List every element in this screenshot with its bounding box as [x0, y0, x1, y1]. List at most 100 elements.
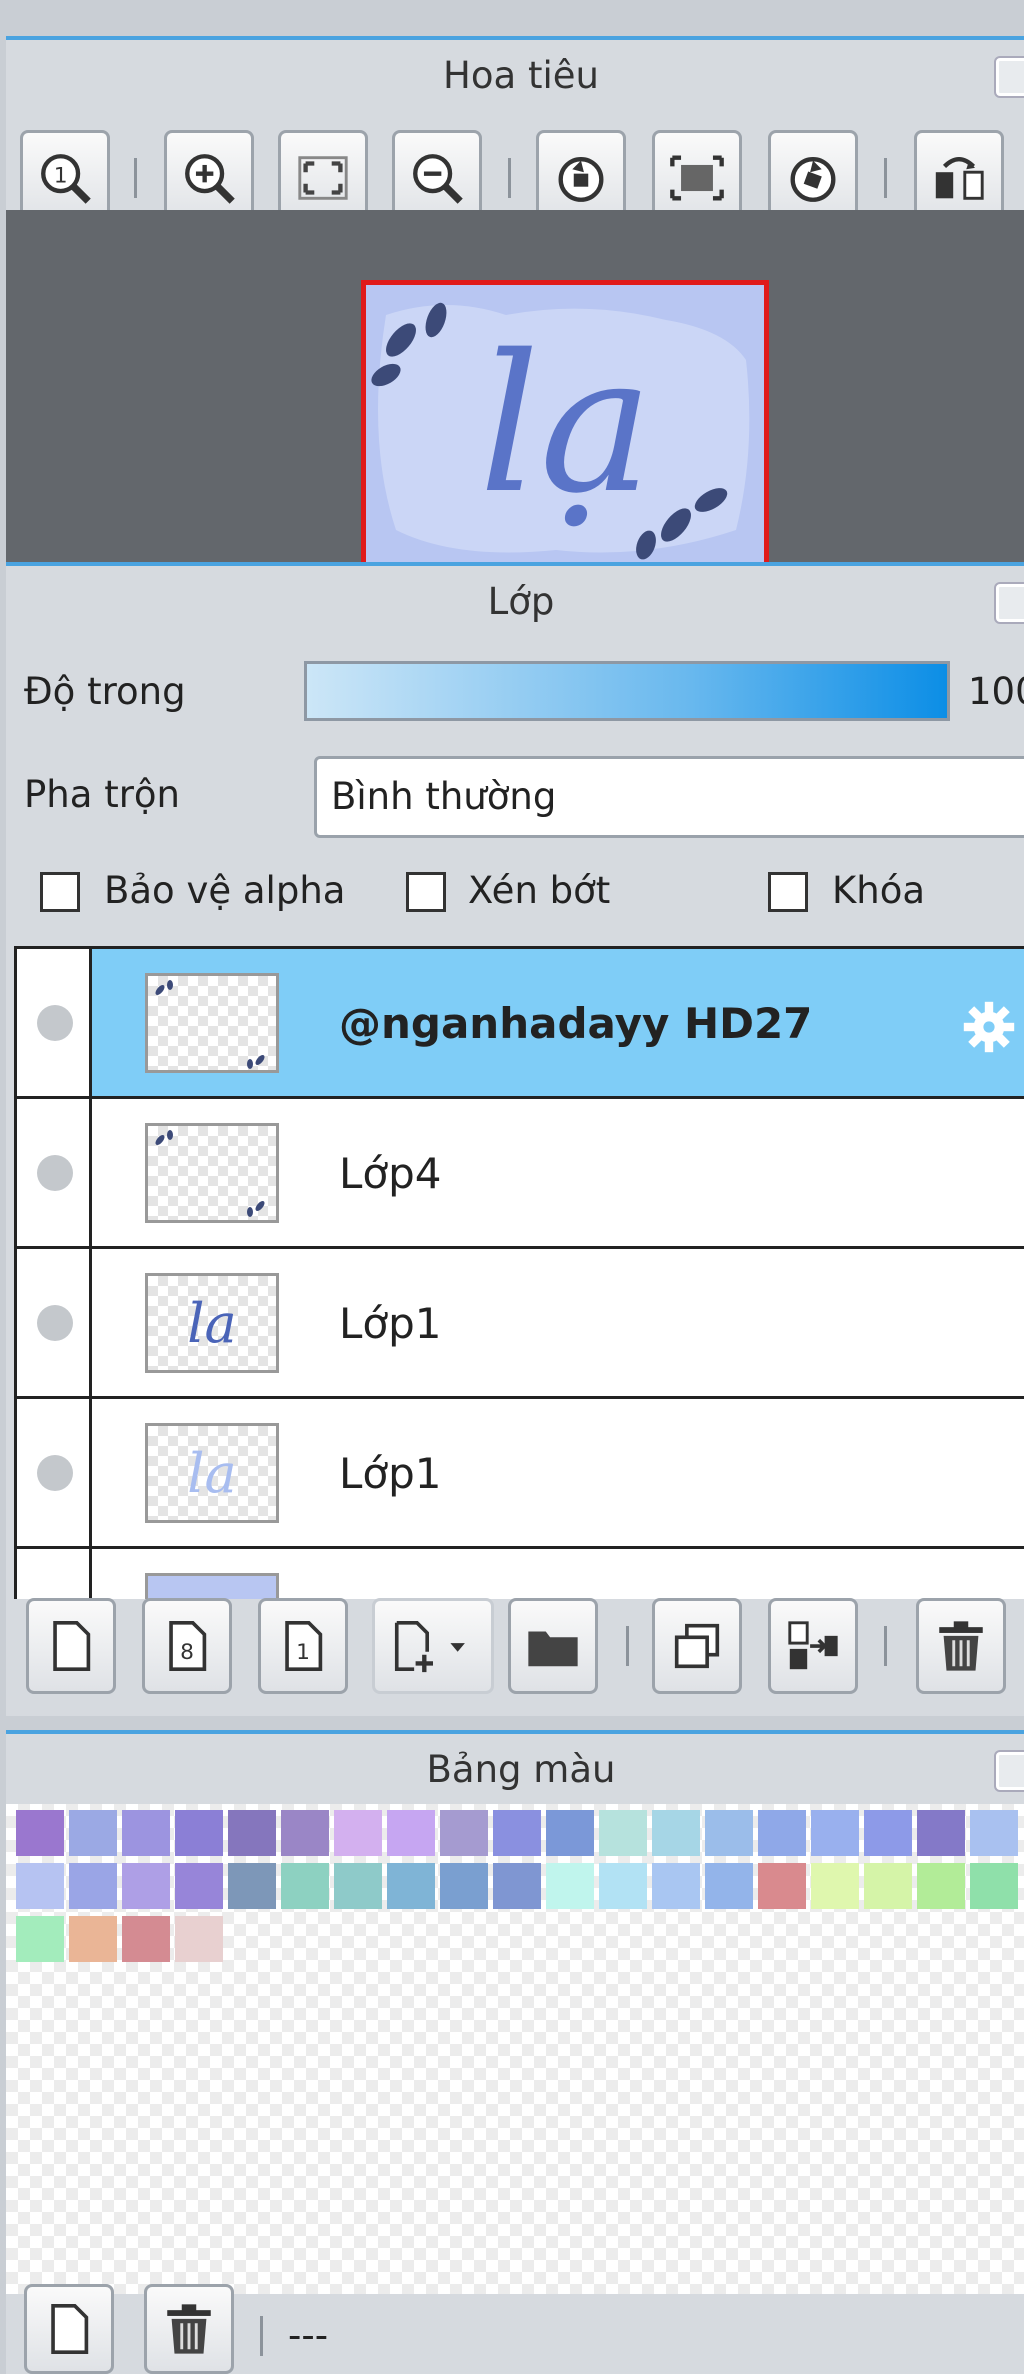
color-swatch[interactable] — [864, 1863, 912, 1909]
svg-text:la: la — [187, 1292, 236, 1355]
color-swatch[interactable] — [122, 1863, 170, 1909]
color-swatch[interactable] — [758, 1810, 806, 1856]
color-swatch[interactable] — [864, 1810, 912, 1856]
rotate-right-icon — [790, 156, 836, 202]
color-swatch[interactable] — [440, 1810, 488, 1856]
color-swatch-grid[interactable] — [6, 1804, 1024, 2294]
maximize-icon[interactable] — [996, 58, 1024, 96]
color-swatch[interactable] — [69, 1916, 117, 1962]
canvas-preview[interactable]: lạ — [361, 280, 769, 580]
blend-label: Pha trộn — [24, 773, 181, 816]
svg-text:la: la — [187, 1442, 236, 1505]
add-layer-dropdown-button[interactable] — [372, 1598, 494, 1694]
color-swatch[interactable] — [811, 1863, 859, 1909]
color-swatch[interactable] — [281, 1863, 329, 1909]
color-swatch[interactable] — [16, 1863, 64, 1909]
navigator-titlebar: Hoa tiêu — [6, 40, 1024, 110]
color-swatch[interactable] — [334, 1863, 382, 1909]
layer-name: Lớp1 — [339, 1299, 442, 1348]
color-swatch[interactable] — [811, 1810, 859, 1856]
visibility-toggle-icon[interactable] — [37, 1155, 73, 1191]
color-swatch[interactable] — [175, 1916, 223, 1962]
layer-thumbnail: la — [145, 1423, 279, 1523]
color-swatch[interactable] — [970, 1863, 1018, 1909]
color-swatch[interactable] — [122, 1810, 170, 1856]
new-layer-button[interactable] — [26, 1598, 116, 1694]
layer-settings-gear-icon[interactable] — [961, 999, 1017, 1055]
zoom-actual-icon: 1 — [41, 154, 91, 204]
color-swatch[interactable] — [493, 1810, 541, 1856]
navigator-viewport[interactable]: lạ — [6, 210, 1024, 590]
visibility-toggle-icon[interactable] — [37, 1305, 73, 1341]
color-swatch[interactable] — [122, 1916, 170, 1962]
palette-status-text: --- — [288, 2314, 329, 2357]
toolbar-separator — [626, 1626, 629, 1666]
delete-layer-button[interactable] — [916, 1598, 1006, 1694]
layer-row[interactable]: la Lớp1 — [17, 1399, 1024, 1549]
color-swatch[interactable] — [705, 1863, 753, 1909]
color-swatch[interactable] — [970, 1810, 1018, 1856]
color-swatch[interactable] — [228, 1810, 276, 1856]
rotate-left-icon — [558, 156, 604, 202]
svg-text:8: 8 — [180, 1640, 194, 1665]
new-1bit-layer-button[interactable]: 1 — [258, 1598, 348, 1694]
color-swatch[interactable] — [387, 1810, 435, 1856]
navigator-title: Hoa tiêu — [443, 54, 599, 97]
visibility-toggle-icon[interactable] — [37, 1005, 73, 1041]
merge-layer-button[interactable] — [768, 1598, 858, 1694]
color-swatch[interactable] — [387, 1863, 435, 1909]
color-swatch[interactable] — [175, 1863, 223, 1909]
maximize-icon[interactable] — [996, 584, 1024, 622]
color-swatch[interactable] — [917, 1863, 965, 1909]
palette-title: Bảng màu — [426, 1748, 616, 1791]
duplicate-layer-button[interactable] — [652, 1598, 742, 1694]
new-swatch-button[interactable] — [24, 2284, 114, 2374]
lock-label: Khóa — [832, 869, 926, 912]
blend-mode-select[interactable]: Bình thường — [314, 756, 1024, 838]
color-swatch[interactable] — [652, 1810, 700, 1856]
delete-swatch-icon — [167, 2304, 211, 2354]
color-swatch[interactable] — [652, 1863, 700, 1909]
color-swatch[interactable] — [69, 1810, 117, 1856]
new-8bit-layer-button[interactable]: 8 — [142, 1598, 232, 1694]
lock-checkbox[interactable] — [768, 872, 808, 912]
visibility-column — [17, 949, 92, 1096]
new-folder-button[interactable] — [508, 1598, 598, 1694]
delete-swatch-button[interactable] — [144, 2284, 234, 2374]
color-swatch[interactable] — [16, 1810, 64, 1856]
color-swatch[interactable] — [281, 1810, 329, 1856]
layer-name: @nganhadayy HD27 — [339, 999, 813, 1048]
color-swatch[interactable] — [599, 1810, 647, 1856]
toolbar-separator — [260, 2316, 263, 2356]
color-swatch[interactable] — [228, 1863, 276, 1909]
visibility-toggle-icon[interactable] — [37, 1455, 73, 1491]
visibility-column — [17, 1099, 92, 1246]
reset-view-icon — [670, 155, 724, 201]
layer-thumbnail: la — [145, 1273, 279, 1373]
layer-row[interactable]: @nganhadayy HD27 — [17, 949, 1024, 1099]
new-8bit-layer-icon: 8 — [169, 1620, 207, 1672]
clipping-checkbox[interactable] — [406, 872, 446, 912]
layer-row[interactable] — [17, 1549, 1024, 1599]
svg-text:1: 1 — [54, 163, 68, 188]
color-swatch[interactable] — [440, 1863, 488, 1909]
color-swatch[interactable] — [16, 1916, 64, 1962]
color-swatch[interactable] — [546, 1810, 594, 1856]
toolbar-separator — [884, 158, 887, 198]
layer-row[interactable]: la Lớp1 — [17, 1249, 1024, 1399]
color-swatch[interactable] — [175, 1810, 223, 1856]
color-swatch[interactable] — [69, 1863, 117, 1909]
color-swatch[interactable] — [493, 1863, 541, 1909]
maximize-icon[interactable] — [996, 1752, 1024, 1790]
color-swatch[interactable] — [599, 1863, 647, 1909]
navigator-panel: Hoa tiêu 1 lạ — [6, 36, 1024, 590]
color-swatch[interactable] — [705, 1810, 753, 1856]
protect-alpha-checkbox[interactable] — [40, 872, 80, 912]
color-swatch[interactable] — [546, 1863, 594, 1909]
layer-row[interactable]: Lớp4 — [17, 1099, 1024, 1249]
color-swatch[interactable] — [334, 1810, 382, 1856]
color-swatch[interactable] — [758, 1863, 806, 1909]
color-swatch[interactable] — [917, 1810, 965, 1856]
preview-lettering: lạ — [479, 314, 653, 535]
opacity-slider[interactable] — [304, 661, 950, 721]
